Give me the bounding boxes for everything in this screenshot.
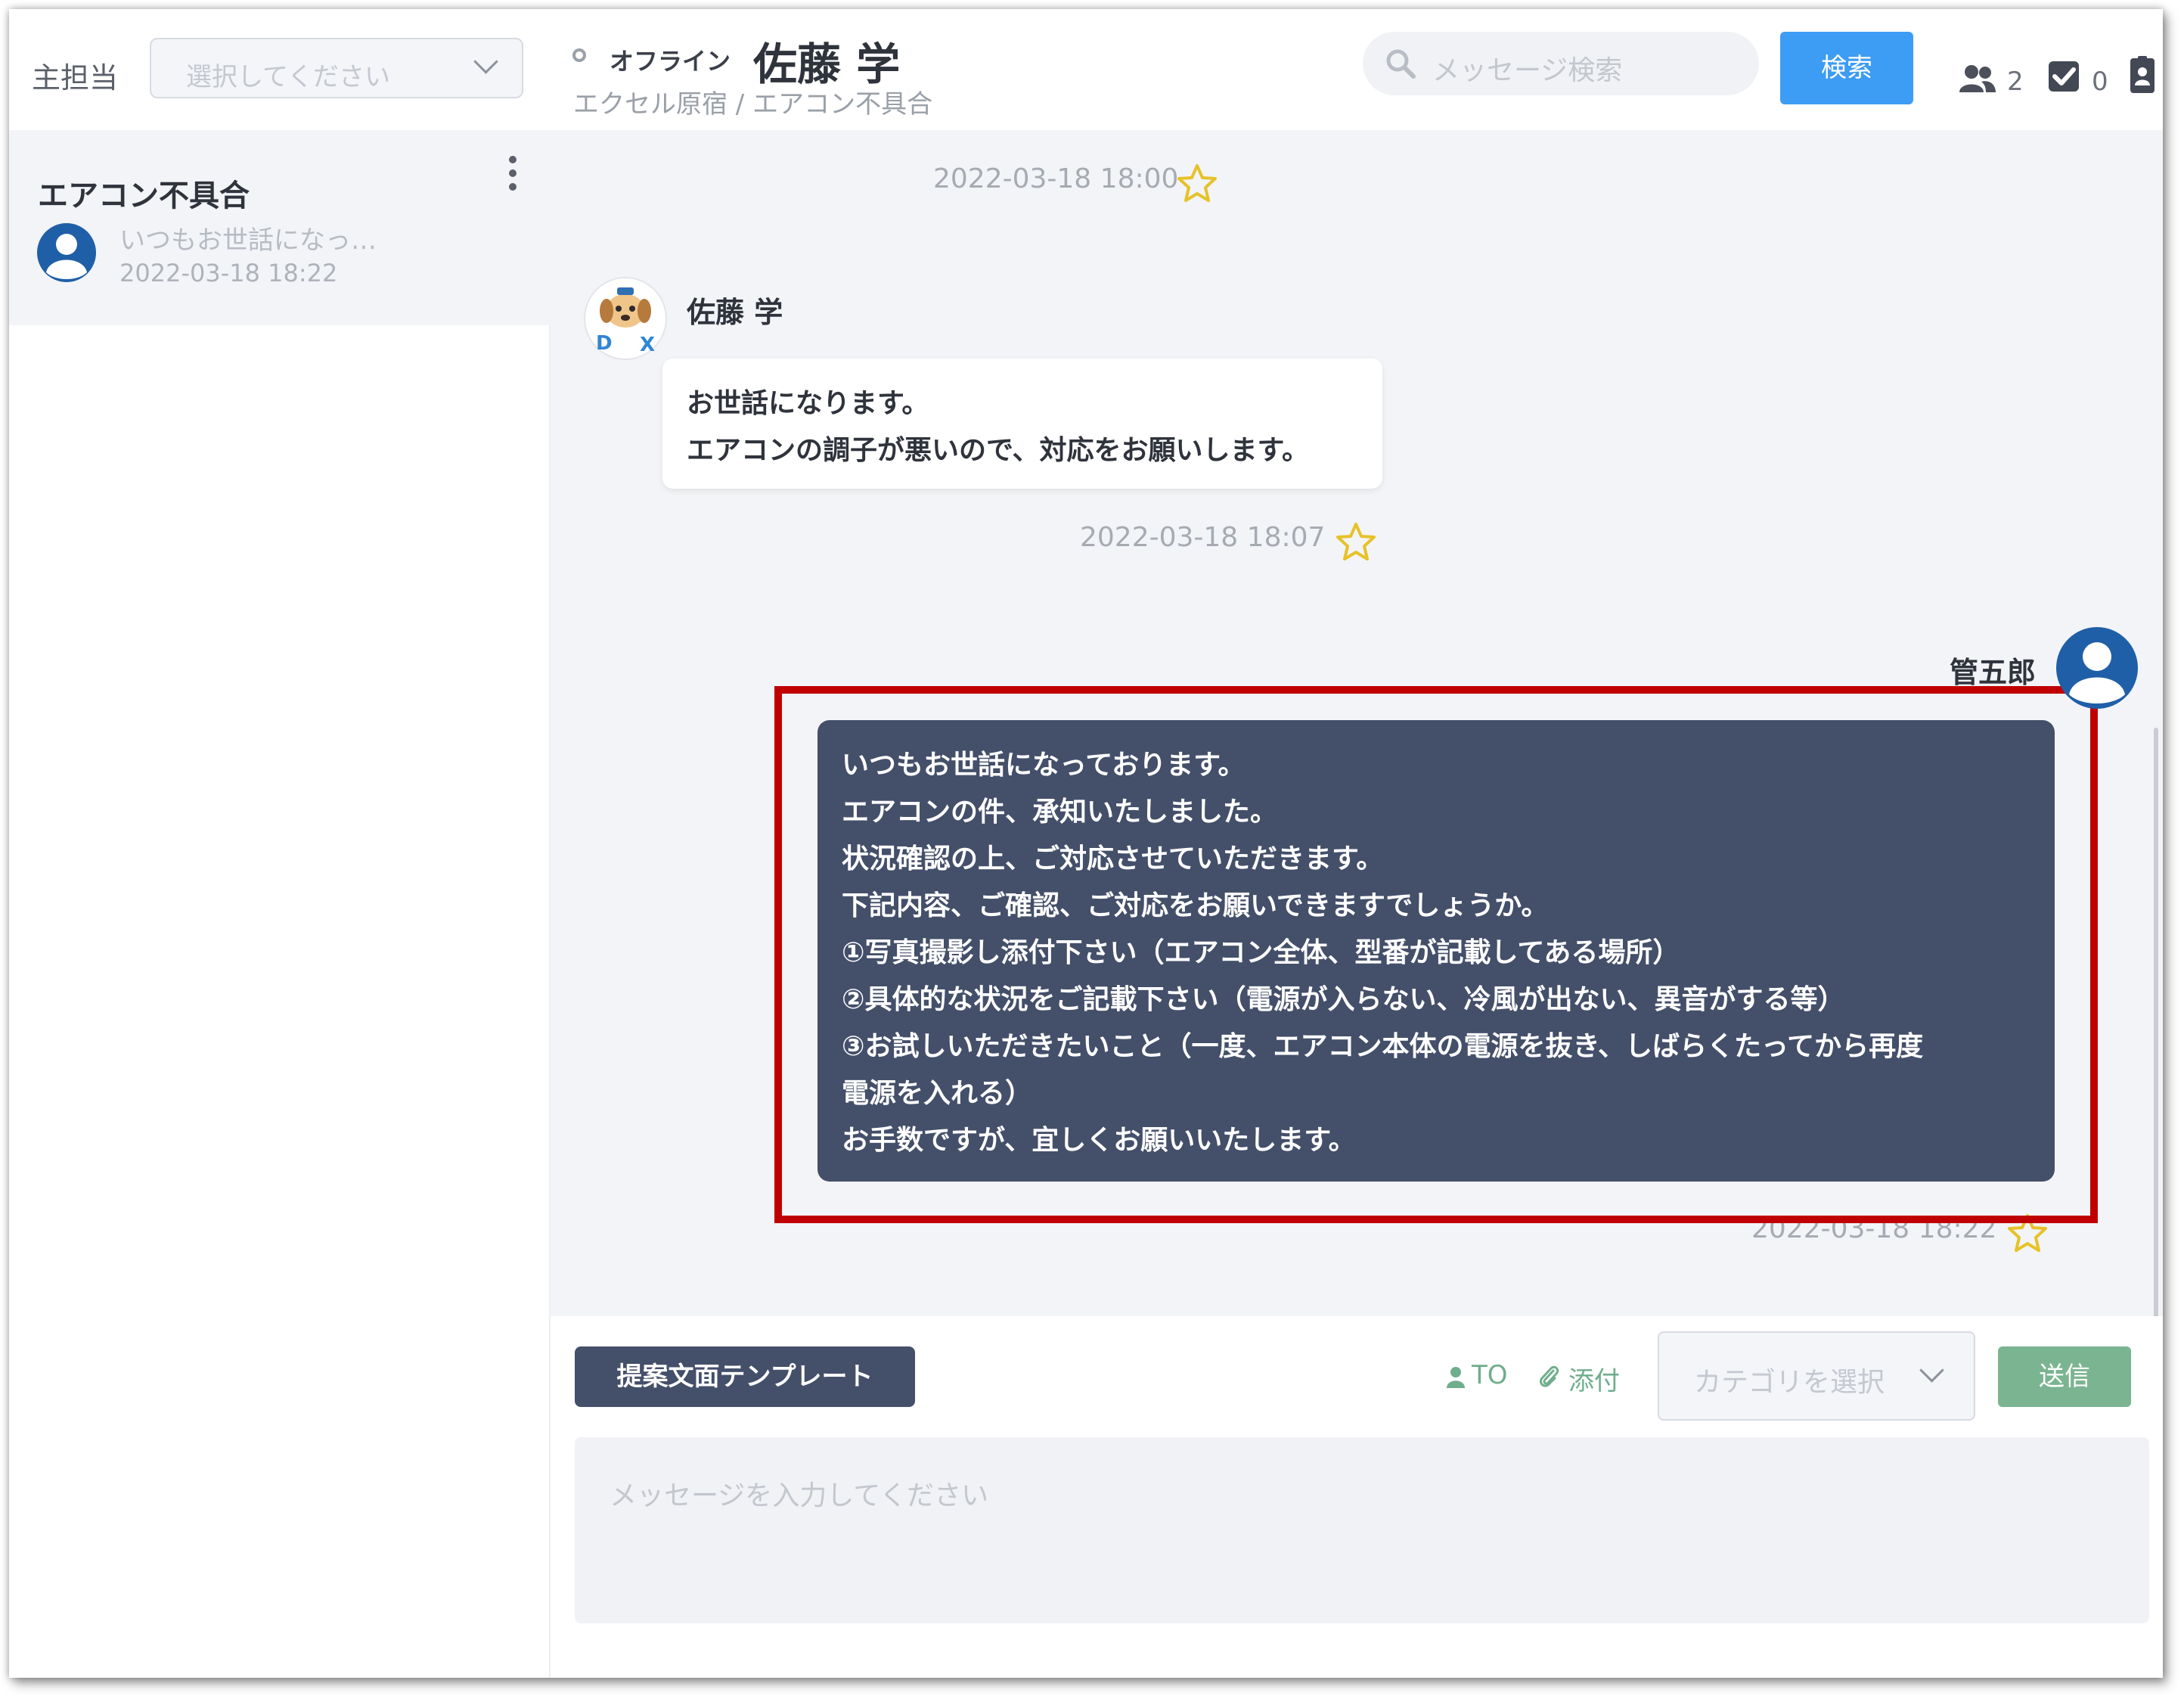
avatar [2056,627,2138,709]
message-timestamp: 2022-03-18 18:00 [933,163,1179,194]
star-icon[interactable] [1175,162,1219,206]
highlight-box [774,686,2098,1223]
sender-avatar: D X [584,277,667,360]
header-bar: 主担当 選択してください オフライン 佐藤 学 エクセル原宿 / エアコン不具合… [9,9,2163,130]
chat-app: 主担当 選択してください オフライン 佐藤 学 エクセル原宿 / エアコン不具合… [9,9,2163,1678]
sender-name: 管五郎 [1950,656,2037,689]
members-icon[interactable] [1959,64,1996,94]
send-button[interactable]: 送信 [1998,1346,2131,1407]
kebab-icon[interactable] [508,156,517,201]
owner-select[interactable]: 選択してください [150,38,523,98]
search-button[interactable]: 検索 [1780,32,1913,104]
room-list-sidebar: エアコン不具合 いつもお世話になっ… 2022-03-18 18:22 [9,130,551,1678]
category-select[interactable]: カテゴリを選択 [1658,1331,1975,1421]
message-composer: 提案文面テンプレート TO 添付 カテゴリを選択 送信 メッセージを入力してくだ… [551,1316,2163,1678]
avatar [37,223,96,282]
status-text: オフライン [610,47,731,76]
chevron-down-icon [473,49,498,74]
breadcrumb: エクセル原宿 / エアコン不具合 [573,89,933,120]
contact-card-icon[interactable] [2130,56,2155,94]
message-input[interactable]: メッセージを入力してください [575,1437,2149,1623]
attach-link[interactable]: 添付 [1568,1360,1620,1397]
search-placeholder: メッセージ検索 [1432,55,1623,86]
status-offline-icon [572,48,586,62]
message-line: お世話になります。 [687,388,929,419]
sender-name: 佐藤 学 [687,296,783,329]
tasks-count: 0 [2092,67,2108,97]
checkbox-icon[interactable] [2048,61,2080,92]
message-timestamp: 2022-03-18 18:07 [1080,522,1326,553]
search-icon [1386,49,1416,79]
template-button[interactable]: 提案文面テンプレート [575,1346,915,1407]
room-preview: いつもお世話になっ… [119,225,377,256]
scrollbar[interactable] [2154,728,2158,1318]
owner-label: 主担当 [32,61,119,95]
message-thread: 2022-03-18 18:00 D X 佐藤 学 お世話になります。 エアコン… [551,130,2163,1318]
svg-text:X: X [640,334,655,356]
incoming-message-bubble: お世話になります。 エアコンの調子が悪いので、対応をお願いします。 [662,359,1382,489]
owner-select-placeholder: 選択してください [186,62,390,92]
message-input-placeholder: メッセージを入力してください [610,1480,989,1511]
paperclip-icon [1539,1365,1559,1387]
room-timestamp: 2022-03-18 18:22 [119,259,338,287]
category-placeholder: カテゴリを選択 [1694,1367,1885,1398]
person-icon [1447,1367,1465,1388]
room-title: エアコン不具合 [38,179,250,213]
message-search-input[interactable]: メッセージ検索 [1363,32,1759,95]
message-line: エアコンの調子が悪いので、対応をお願いします。 [687,435,1309,466]
star-icon[interactable] [1334,520,1378,564]
chevron-down-icon [1919,1358,1944,1383]
room-list-item[interactable]: エアコン不具合 いつもお世話になっ… 2022-03-18 18:22 [9,130,551,325]
to-link[interactable]: TO [1472,1360,1508,1390]
svg-text:D: D [596,332,613,355]
members-count: 2 [2007,67,2024,97]
